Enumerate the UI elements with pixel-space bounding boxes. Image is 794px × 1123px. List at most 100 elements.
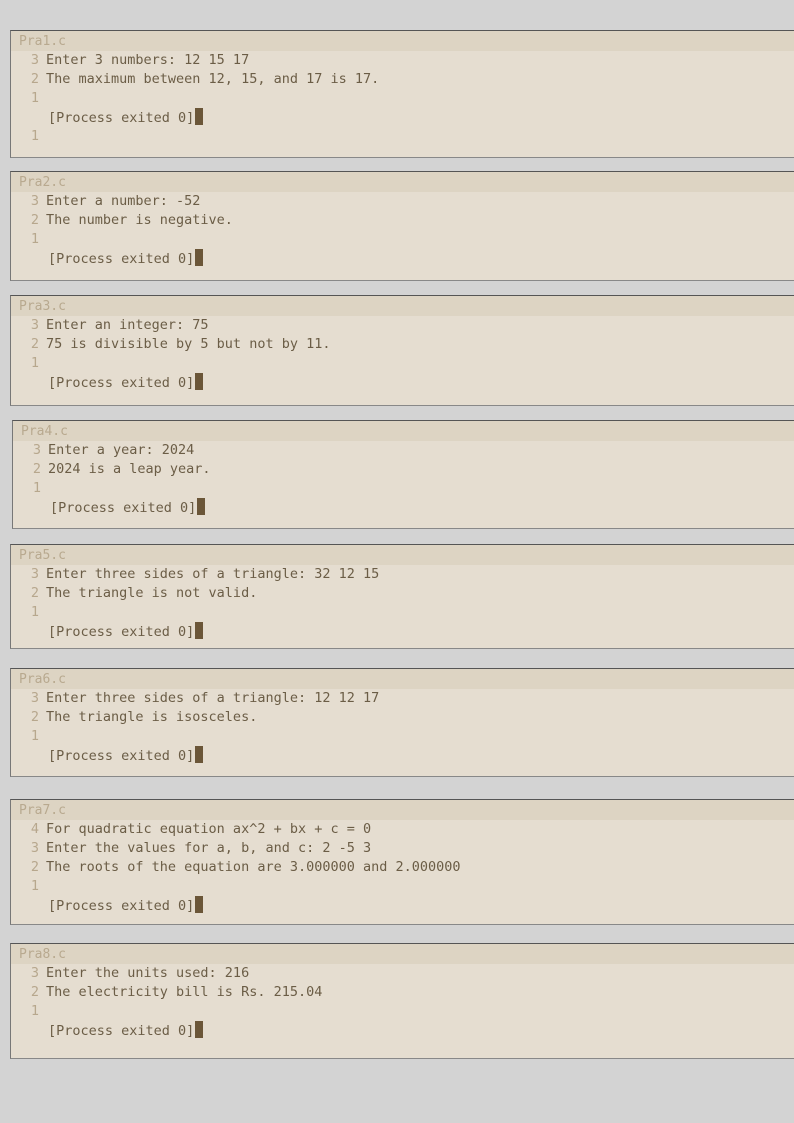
line-text: The triangle is isosceles. bbox=[46, 709, 258, 725]
terminal-panel: Pra4.c 3 Enter a year: 2024 2 2024 is a leap… bbox=[12, 420, 794, 529]
line-number: 2 bbox=[32, 461, 41, 477]
line-number: 3 bbox=[30, 566, 39, 582]
output-line: 2 2024 is a leap year. bbox=[13, 460, 794, 479]
exit-line: 4 [Process exited 0] bbox=[11, 746, 794, 765]
exit-line: 4 [Process exited 0] bbox=[11, 1021, 794, 1040]
line-number: 1 bbox=[30, 878, 39, 894]
line-number: 2 bbox=[30, 984, 39, 1000]
output-line: 1 bbox=[11, 127, 794, 146]
line-number: 2 bbox=[30, 585, 39, 601]
terminal-cursor bbox=[195, 622, 204, 639]
line-number: 3 bbox=[30, 840, 39, 856]
terminal-panel: Pra7.c 4 For quadratic equation ax^2 + bx … bbox=[10, 799, 794, 925]
exit-line: 4 [Process exited 0] bbox=[11, 249, 794, 268]
line-number: 3 bbox=[32, 442, 41, 458]
line-number: 4 bbox=[11, 373, 17, 392]
line-number: 2 bbox=[30, 212, 39, 228]
line-text: Enter three sides of a triangle: 32 12 1… bbox=[46, 566, 380, 582]
exit-line: 5 [Process exited 0] bbox=[11, 896, 794, 915]
line-text: Enter 3 numbers: 12 15 17 bbox=[46, 52, 250, 68]
line-number: 3 bbox=[30, 965, 39, 981]
output-line: 1 bbox=[11, 89, 794, 108]
line-number: 3 bbox=[30, 690, 39, 706]
line-number: 4 bbox=[11, 108, 17, 127]
line-text: 75 is divisible by 5 but not by 11. bbox=[46, 336, 331, 352]
exit-line: 4 [Process exited 0] bbox=[11, 108, 794, 127]
line-text: The number is negative. bbox=[46, 212, 233, 228]
file-tab-title: Pra2.c bbox=[11, 172, 794, 192]
process-exit-text: [Process exited 0] bbox=[48, 746, 204, 766]
output-line: 1 bbox=[11, 727, 794, 746]
line-text: Enter three sides of a triangle: 12 12 1… bbox=[46, 690, 380, 706]
output-line: 3 Enter a number: -52 bbox=[11, 192, 794, 211]
output-line: 4 For quadratic equation ax^2 + bx + c = … bbox=[11, 820, 794, 839]
line-text: The roots of the equation are 3.000000 a… bbox=[46, 859, 461, 875]
exit-text: [Process exited 0] bbox=[48, 375, 195, 391]
line-number: 1 bbox=[30, 231, 39, 247]
line-number: 5 bbox=[11, 896, 17, 915]
output-line: 2 The electricity bill is Rs. 215.04 bbox=[11, 983, 794, 1002]
output-line: 3 Enter three sides of a triangle: 12 12 … bbox=[11, 689, 794, 708]
exit-text: [Process exited 0] bbox=[48, 898, 195, 914]
output-line: 1 bbox=[13, 479, 794, 498]
terminal-cursor bbox=[197, 498, 206, 515]
output-line: 1 bbox=[11, 230, 794, 249]
terminal-panel: Pra3.c 3 Enter an integer: 75 2 75 is divisi… bbox=[10, 295, 794, 406]
line-number: 1 bbox=[30, 355, 39, 371]
terminal-panel: Pra6.c 3 Enter three sides of a triangle: … bbox=[10, 668, 794, 777]
line-text: Enter the units used: 216 bbox=[46, 965, 250, 981]
line-number: 4 bbox=[13, 498, 19, 517]
process-exit-text: [Process exited 0] bbox=[48, 108, 204, 128]
terminal-cursor bbox=[195, 249, 204, 266]
file-tab-title: Pra3.c bbox=[11, 296, 794, 316]
exit-line: 4 [Process exited 0] bbox=[13, 498, 794, 517]
exit-text: [Process exited 0] bbox=[50, 500, 197, 516]
output-line: 3 Enter an integer: 75 bbox=[11, 316, 794, 335]
line-number: 4 bbox=[11, 746, 17, 765]
line-number: 2 bbox=[30, 709, 39, 725]
line-number: 1 bbox=[30, 728, 39, 744]
line-text: The triangle is not valid. bbox=[46, 585, 258, 601]
process-exit-text: [Process exited 0] bbox=[50, 498, 206, 518]
output-line: 3 Enter 3 numbers: 12 15 17 bbox=[11, 51, 794, 70]
output-line: 2 75 is divisible by 5 but not by 11. bbox=[11, 335, 794, 354]
line-number: 4 bbox=[11, 1021, 17, 1040]
process-exit-text: [Process exited 0] bbox=[48, 373, 204, 393]
file-tab-title: Pra6.c bbox=[11, 669, 794, 689]
line-number: 2 bbox=[30, 71, 39, 87]
line-number: 3 bbox=[30, 52, 39, 68]
line-number: 1 bbox=[30, 90, 39, 106]
line-text: Enter an integer: 75 bbox=[46, 317, 209, 333]
line-number: 1 bbox=[30, 604, 39, 620]
output-line: 3 Enter a year: 2024 bbox=[13, 441, 794, 460]
terminal-panel: Pra1.c 3 Enter 3 numbers: 12 15 17 2 The max… bbox=[10, 30, 794, 158]
line-number: 1 bbox=[32, 480, 41, 496]
output-line: 2 The roots of the equation are 3.000000 … bbox=[11, 858, 794, 877]
line-text: The maximum between 12, 15, and 17 is 17… bbox=[46, 71, 380, 87]
file-tab-title: Pra4.c bbox=[13, 421, 794, 441]
output-line: 1 bbox=[11, 1002, 794, 1021]
output-line: 2 The triangle is isosceles. bbox=[11, 708, 794, 727]
file-tab-title: Pra1.c bbox=[11, 31, 794, 51]
line-number: 3 bbox=[30, 193, 39, 209]
output-line: 1 bbox=[11, 877, 794, 896]
line-number: 2 bbox=[30, 336, 39, 352]
line-number: 3 bbox=[30, 317, 39, 333]
output-line: 2 The maximum between 12, 15, and 17 is 1… bbox=[11, 70, 794, 89]
line-number: 4 bbox=[30, 821, 39, 837]
line-text: Enter a year: 2024 bbox=[48, 442, 195, 458]
file-tab-title: Pra5.c bbox=[11, 545, 794, 565]
file-tab-title: Pra8.c bbox=[11, 944, 794, 964]
line-text: Enter the values for a, b, and c: 2 -5 3 bbox=[46, 840, 372, 856]
line-text: For quadratic equation ax^2 + bx + c = 0 bbox=[46, 821, 372, 837]
line-text: Enter a number: -52 bbox=[46, 193, 201, 209]
output-line: 3 Enter the values for a, b, and c: 2 -5 … bbox=[11, 839, 794, 858]
exit-text: [Process exited 0] bbox=[48, 110, 195, 126]
process-exit-text: [Process exited 0] bbox=[48, 622, 204, 642]
terminal-panel: Pra5.c 3 Enter three sides of a triangle: … bbox=[10, 544, 794, 649]
line-number: 1 bbox=[30, 1003, 39, 1019]
terminal-cursor bbox=[195, 373, 204, 390]
line-number: 2 bbox=[30, 859, 39, 875]
exit-text: [Process exited 0] bbox=[48, 748, 195, 764]
terminal-cursor bbox=[195, 896, 204, 913]
